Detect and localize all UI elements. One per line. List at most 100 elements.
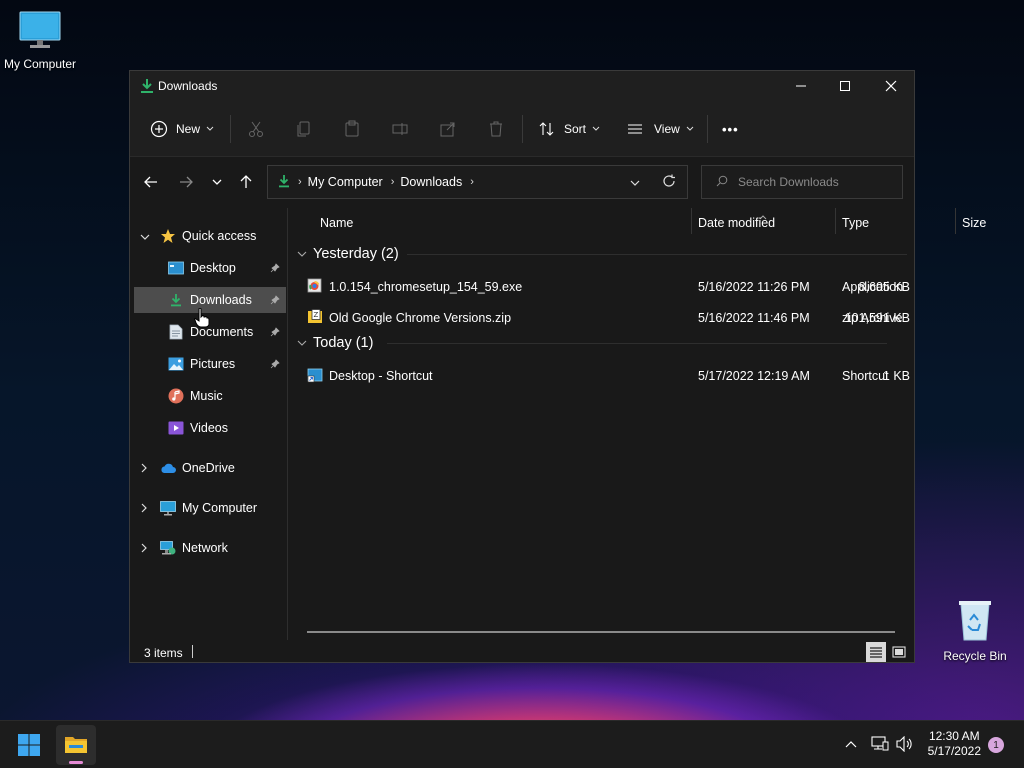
sidebar-item-label: Pictures [190, 357, 236, 371]
horizontal-scrollbar[interactable] [307, 631, 895, 633]
back-button[interactable] [137, 168, 165, 196]
expand-chevron-icon[interactable] [140, 502, 148, 516]
view-label: View [654, 122, 680, 136]
network-tray-icon[interactable] [871, 736, 889, 755]
desktop-icon-label: My Computer [3, 57, 77, 71]
desktop-icon-label: Recycle Bin [943, 649, 1007, 663]
column-header-type[interactable]: Type [842, 216, 869, 230]
arrow-up-icon [240, 175, 252, 188]
sidebar-item-downloads[interactable]: Downloads [134, 287, 286, 313]
pin-icon[interactable] [270, 358, 280, 372]
address-bar[interactable]: › My Computer › Downloads › [267, 165, 688, 199]
view-button[interactable]: View [626, 117, 694, 141]
expand-chevron-icon[interactable] [140, 462, 148, 476]
clock[interactable]: 12:30 AM 5/17/2022 [928, 729, 981, 759]
recycle-bin-icon [935, 598, 1015, 645]
new-button[interactable]: New [150, 117, 214, 141]
column-header-date-modified[interactable]: Date modified [698, 216, 775, 230]
active-indicator [69, 761, 83, 764]
table-row[interactable]: Z Old Google Chrome Versions.zip 5/16/20… [289, 305, 910, 331]
table-row[interactable]: Desktop - Shortcut 5/17/2022 12:19 AM Sh… [289, 363, 910, 389]
sidebar-item-pictures[interactable]: Pictures [130, 351, 286, 377]
star-icon [160, 228, 176, 244]
expand-chevron-icon[interactable] [140, 542, 148, 556]
breadcrumb-downloads[interactable]: Downloads [400, 175, 462, 189]
rename-button[interactable] [389, 118, 411, 140]
trash-icon [490, 121, 502, 137]
details-view-button[interactable] [866, 642, 886, 662]
group-label: Today (1) [313, 335, 374, 351]
sidebar-item-onedrive[interactable]: OneDrive [130, 455, 286, 481]
chevron-down-icon [686, 126, 694, 131]
sidebar-item-videos[interactable]: Videos [130, 415, 286, 441]
refresh-button[interactable] [662, 174, 676, 191]
arrow-left-icon [144, 176, 157, 188]
up-button[interactable] [232, 168, 260, 196]
recent-locations-button[interactable] [203, 168, 231, 196]
sidebar-item-my-computer[interactable]: My Computer [130, 495, 286, 521]
share-button[interactable] [437, 118, 459, 140]
sidebar-item-label: Desktop [190, 261, 236, 275]
file-date: 5/16/2022 11:46 PM [698, 311, 810, 325]
sidebar-item-desktop[interactable]: Desktop [130, 255, 286, 281]
pin-icon[interactable] [270, 326, 280, 340]
pin-icon[interactable] [270, 294, 280, 308]
hand-cursor-icon [194, 307, 210, 331]
table-row[interactable]: 1.0.154_chromesetup_154_59.exe 5/16/2022… [289, 274, 910, 300]
sidebar-item-network[interactable]: Network [130, 535, 286, 561]
start-button[interactable] [17, 733, 41, 760]
search-box[interactable] [701, 165, 903, 199]
file-date: 5/17/2022 12:19 AM [698, 369, 810, 383]
show-hidden-icons-button[interactable] [845, 737, 857, 751]
column-header-size[interactable]: Size [962, 216, 986, 230]
new-label: New [176, 122, 201, 136]
sidebar-item-quick-access[interactable]: Quick access [130, 223, 286, 249]
zip-icon: Z [307, 309, 323, 328]
notification-badge[interactable]: 1 [988, 737, 1004, 753]
column-divider[interactable] [955, 208, 956, 234]
sort-label: Sort [564, 122, 587, 136]
search-input[interactable] [738, 175, 898, 189]
forward-button[interactable] [172, 168, 200, 196]
refresh-icon [663, 174, 675, 187]
desktop-icon-recycle-bin[interactable]: Recycle Bin [935, 598, 1015, 663]
sidebar-item-music[interactable]: Music [130, 383, 286, 409]
desktop-icon-my-computer[interactable]: My Computer [0, 10, 80, 71]
taskbar-file-explorer[interactable] [56, 725, 96, 765]
sort-button[interactable]: Sort [538, 117, 600, 141]
copy-button[interactable] [293, 118, 315, 140]
pin-icon[interactable] [270, 262, 280, 276]
paste-button[interactable] [341, 118, 363, 140]
cut-button[interactable] [245, 118, 267, 140]
cloud-icon [160, 460, 176, 476]
more-options-button[interactable]: ••• [722, 117, 739, 141]
toolbar-separator [522, 115, 523, 143]
close-button[interactable] [868, 71, 914, 101]
network-icon [160, 540, 176, 556]
column-divider[interactable] [835, 208, 836, 234]
breadcrumb-my-computer[interactable]: My Computer [308, 175, 383, 189]
maximize-icon [840, 81, 850, 91]
windows-logo-icon [18, 734, 40, 756]
share-icon [440, 122, 455, 137]
group-header-today[interactable]: Today (1) [297, 333, 887, 353]
chevron-up-icon [845, 741, 857, 748]
column-divider[interactable] [691, 208, 692, 234]
group-header-yesterday[interactable]: Yesterday (2) [297, 244, 907, 264]
command-bar: New Sort View ••• [130, 101, 914, 157]
tiles-view-button[interactable] [889, 642, 909, 662]
paste-icon [345, 120, 359, 137]
column-header-name[interactable]: Name [320, 216, 353, 230]
volume-tray-icon[interactable] [896, 735, 914, 755]
minimize-button[interactable] [778, 71, 824, 101]
address-history-button[interactable] [630, 176, 640, 190]
breadcrumb-chevron-icon: › [298, 176, 302, 188]
download-icon [168, 292, 184, 308]
expand-chevron-icon[interactable] [140, 230, 150, 244]
sidebar-item-label: OneDrive [182, 461, 235, 475]
title-bar[interactable]: Downloads [130, 71, 914, 101]
delete-button[interactable] [485, 118, 507, 140]
maximize-button[interactable] [822, 71, 868, 101]
music-icon [168, 388, 184, 404]
sidebar-item-label: Network [182, 541, 228, 555]
